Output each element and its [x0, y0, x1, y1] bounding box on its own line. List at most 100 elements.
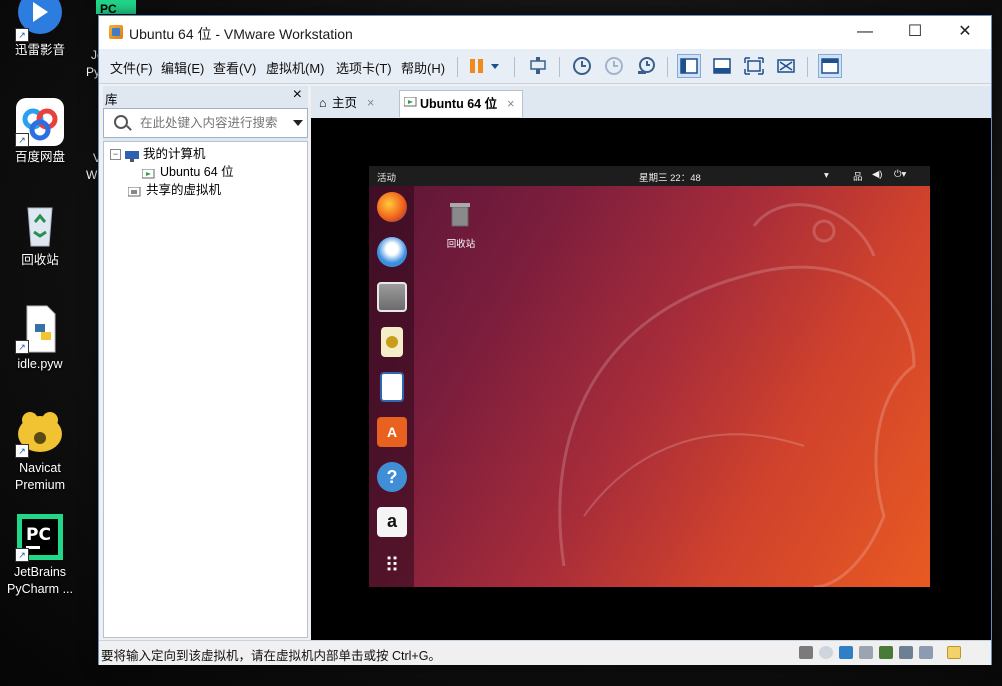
- sound-card-icon[interactable]: [899, 646, 913, 659]
- power-dropdown-icon[interactable]: [489, 55, 501, 77]
- desktop-icon-label: 百度网盘: [14, 150, 65, 164]
- computer-icon: [125, 149, 139, 163]
- desktop-icon-recycle-bin[interactable]: 回收站: [0, 200, 80, 269]
- status-message: 要将输入定向到该虚拟机，请在虚拟机内部单击或按 Ctrl+G。: [101, 649, 441, 663]
- close-button[interactable]: ✕: [940, 16, 990, 49]
- menu-help[interactable]: 帮助(H): [401, 58, 445, 77]
- network-adapter-icon[interactable]: [839, 646, 853, 659]
- desktop-icon-idle[interactable]: ↗ idle.pyw: [0, 304, 80, 373]
- collapse-icon[interactable]: −: [110, 149, 121, 161]
- tab-close-icon[interactable]: ×: [367, 96, 374, 110]
- trash-label: 回收站: [446, 239, 476, 250]
- library-pane: 库 × − 我的计算机 Ubuntu 64 位 共享的虚拟机: [103, 86, 308, 638]
- navicat-icon: ↗: [15, 408, 65, 458]
- library-title: 库: [105, 93, 118, 107]
- vmware-app-icon: [109, 25, 123, 39]
- chevron-down-icon[interactable]: [293, 120, 303, 126]
- maximize-button[interactable]: ☐: [890, 16, 940, 49]
- desktop-icon-pycharm[interactable]: PC ↗ JetBrains PyCharm ...: [0, 512, 80, 598]
- pause-icon[interactable]: [467, 55, 489, 77]
- amazon-icon[interactable]: a: [377, 507, 407, 537]
- trash-icon[interactable]: [449, 201, 471, 227]
- thumbnail-bar-icon[interactable]: [711, 55, 733, 77]
- desktop-icon-label: 回收站: [21, 253, 59, 267]
- tab-close-icon[interactable]: ×: [507, 97, 514, 111]
- toolbar-separator: [514, 57, 515, 77]
- partial-desktop-icon-pycharm[interactable]: PC: [96, 0, 136, 14]
- rhythmbox-icon[interactable]: [381, 327, 403, 357]
- toolbar-separator: [559, 57, 560, 77]
- ubuntu-beaver-wallpaper: [558, 203, 916, 587]
- menu-toolbar: 文件(F) 编辑(E) 查看(V) 虚拟机(M) 选项卡(T) 帮助(H): [99, 49, 991, 84]
- desktop-icon-navicat[interactable]: ↗ Navicat Premium: [0, 408, 80, 494]
- library-tree: − 我的计算机 Ubuntu 64 位 共享的虚拟机: [103, 141, 308, 638]
- tab-home[interactable]: ⌂ 主页 ×: [319, 90, 395, 117]
- vm-icon: [141, 167, 156, 179]
- help-icon[interactable]: ?: [377, 462, 407, 492]
- app-menu-arrow-icon[interactable]: ▾: [824, 170, 829, 181]
- snapshot-icon[interactable]: [571, 55, 593, 77]
- python-file-icon: ↗: [15, 304, 65, 354]
- firefox-icon[interactable]: [377, 192, 407, 222]
- menu-edit[interactable]: 编辑(E): [161, 58, 204, 77]
- tab-ubuntu[interactable]: Ubuntu 64 位 ×: [399, 90, 523, 117]
- unity-mode-icon[interactable]: [775, 55, 797, 77]
- home-icon: ⌂: [319, 96, 327, 110]
- snapshot-manager-icon[interactable]: [635, 55, 657, 77]
- thunderbird-icon[interactable]: [377, 237, 407, 267]
- partial-icon-label: W: [86, 168, 98, 182]
- vmware-window: Ubuntu 64 位 - VMware Workstation — ☐ ✕ 文…: [98, 15, 992, 665]
- writer-icon[interactable]: [380, 372, 404, 402]
- revert-snapshot-icon: [603, 55, 625, 77]
- vm-console[interactable]: 活动 星期三 22：48 ▾ 品 ◀) ⏻▾ A ? a ⠿ 回收站: [311, 118, 991, 640]
- network-icon: 品: [853, 172, 863, 183]
- desktop-icon-label: JetBrains PyCharm ...: [7, 565, 73, 596]
- tree-node-shared-vms[interactable]: 共享的虚拟机: [127, 181, 222, 199]
- desktop-icon-baidu-netdisk[interactable]: ↗ 百度网盘: [0, 97, 80, 166]
- tree-label: 我的计算机: [143, 147, 206, 161]
- tab-label: Ubuntu 64 位: [420, 97, 498, 111]
- svg-text:PC: PC: [26, 525, 51, 545]
- show-library-icon[interactable]: [677, 54, 701, 78]
- window-title: Ubuntu 64 位 - VMware Workstation: [129, 26, 353, 42]
- hard-disk-icon[interactable]: [799, 646, 813, 659]
- show-applications-icon[interactable]: ⠿: [377, 552, 407, 582]
- ubuntu-desktop[interactable]: 活动 星期三 22：48 ▾ 品 ◀) ⏻▾ A ? a ⠿ 回收站: [369, 166, 930, 587]
- tree-node-ubuntu-vm[interactable]: Ubuntu 64 位: [141, 163, 234, 181]
- tree-label: Ubuntu 64 位: [160, 165, 234, 179]
- cd-dvd-icon[interactable]: [819, 646, 833, 659]
- ubuntu-clock[interactable]: 星期三 22：48: [639, 170, 701, 184]
- desktop-icon-label: Navicat Premium: [14, 461, 65, 492]
- tree-label: 共享的虚拟机: [146, 183, 222, 197]
- activities-button[interactable]: 活动: [377, 170, 396, 184]
- ubuntu-dock: A ? a ⠿: [369, 186, 414, 587]
- desktop-icon-xunlei[interactable]: ↗ 迅雷影音: [0, 0, 80, 59]
- send-ctrl-alt-del-icon[interactable]: [527, 55, 549, 77]
- menu-file[interactable]: 文件(F): [110, 58, 153, 77]
- fullscreen-icon[interactable]: [743, 55, 765, 77]
- power-icon[interactable]: ⏻▾: [894, 169, 906, 180]
- minimize-button[interactable]: —: [840, 16, 890, 49]
- baidu-netdisk-icon: ↗: [15, 97, 65, 147]
- tab-bar: ⌂ 主页 × Ubuntu 64 位 ×: [311, 86, 991, 118]
- tab-label: 主页: [332, 96, 358, 110]
- display-icon[interactable]: [919, 646, 933, 659]
- menu-vm[interactable]: 虚拟机(M): [266, 58, 325, 77]
- menu-tabs[interactable]: 选项卡(T): [336, 58, 392, 77]
- usb-icon[interactable]: [879, 646, 893, 659]
- title-bar[interactable]: Ubuntu 64 位 - VMware Workstation — ☐ ✕: [99, 16, 991, 49]
- software-center-icon[interactable]: A: [377, 417, 407, 447]
- library-close-icon[interactable]: ×: [293, 86, 302, 104]
- ubuntu-top-bar: 活动 星期三 22：48 ▾ 品 ◀) ⏻▾: [369, 166, 930, 186]
- vm-icon: [403, 91, 420, 118]
- library-search-input[interactable]: [138, 113, 282, 133]
- status-bar: 要将输入定向到该虚拟机，请在虚拟机内部单击或按 Ctrl+G。: [99, 640, 991, 665]
- tree-node-my-computer[interactable]: − 我的计算机: [110, 145, 206, 163]
- menu-view[interactable]: 查看(V): [213, 58, 256, 77]
- message-log-icon[interactable]: [947, 646, 961, 659]
- printer-icon[interactable]: [859, 646, 873, 659]
- xunlei-player-icon: ↗: [15, 0, 65, 42]
- console-view-icon[interactable]: [818, 54, 842, 78]
- files-icon[interactable]: [377, 282, 407, 312]
- library-search-box[interactable]: [103, 108, 308, 138]
